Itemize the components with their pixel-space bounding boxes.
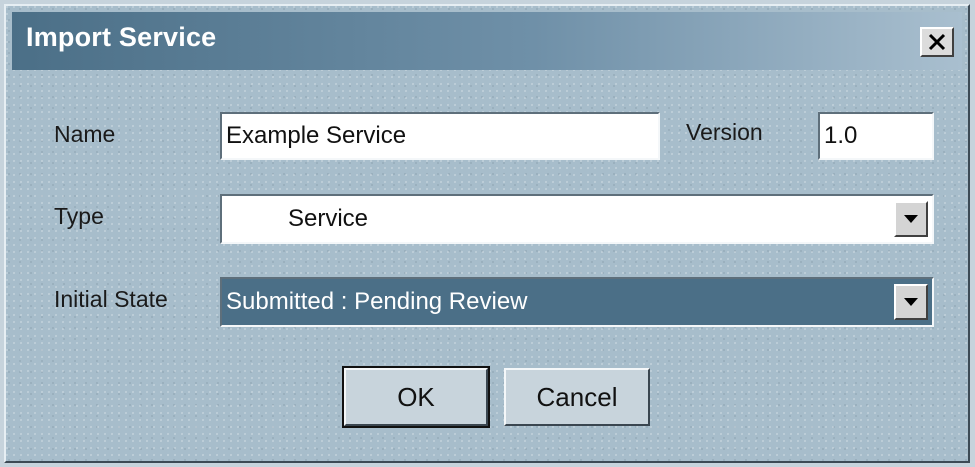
cancel-button[interactable]: Cancel bbox=[504, 368, 650, 426]
version-label: Version bbox=[686, 119, 763, 145]
type-dropdown-button[interactable] bbox=[894, 201, 928, 237]
close-button[interactable] bbox=[920, 27, 954, 57]
initial-state-label: Initial State bbox=[54, 286, 168, 312]
chevron-down-icon bbox=[904, 215, 918, 223]
cancel-button-label: Cancel bbox=[536, 381, 618, 412]
initial-state-select[interactable]: Submitted : Pending Review bbox=[220, 277, 934, 327]
type-selected-value: Service bbox=[288, 205, 369, 232]
dialog-title: Import Service bbox=[26, 22, 217, 52]
ok-button-label: OK bbox=[397, 381, 435, 412]
type-label: Type bbox=[54, 203, 104, 229]
initial-state-selected-value: Submitted : Pending Review bbox=[226, 288, 528, 315]
type-select[interactable]: Service bbox=[220, 194, 934, 244]
title-bar[interactable]: Import Service bbox=[12, 12, 962, 70]
import-service-dialog: Import Service Name Example Service Vers… bbox=[4, 4, 970, 463]
initial-state-dropdown-button[interactable] bbox=[894, 284, 928, 320]
ok-button[interactable]: OK bbox=[342, 366, 490, 428]
version-value: 1.0 bbox=[824, 122, 858, 149]
name-label: Name bbox=[54, 121, 116, 147]
version-input[interactable]: 1.0 bbox=[818, 112, 934, 160]
close-icon bbox=[928, 33, 946, 51]
name-input[interactable]: Example Service bbox=[220, 112, 660, 160]
name-value: Example Service bbox=[226, 122, 407, 149]
chevron-down-icon bbox=[904, 298, 918, 306]
